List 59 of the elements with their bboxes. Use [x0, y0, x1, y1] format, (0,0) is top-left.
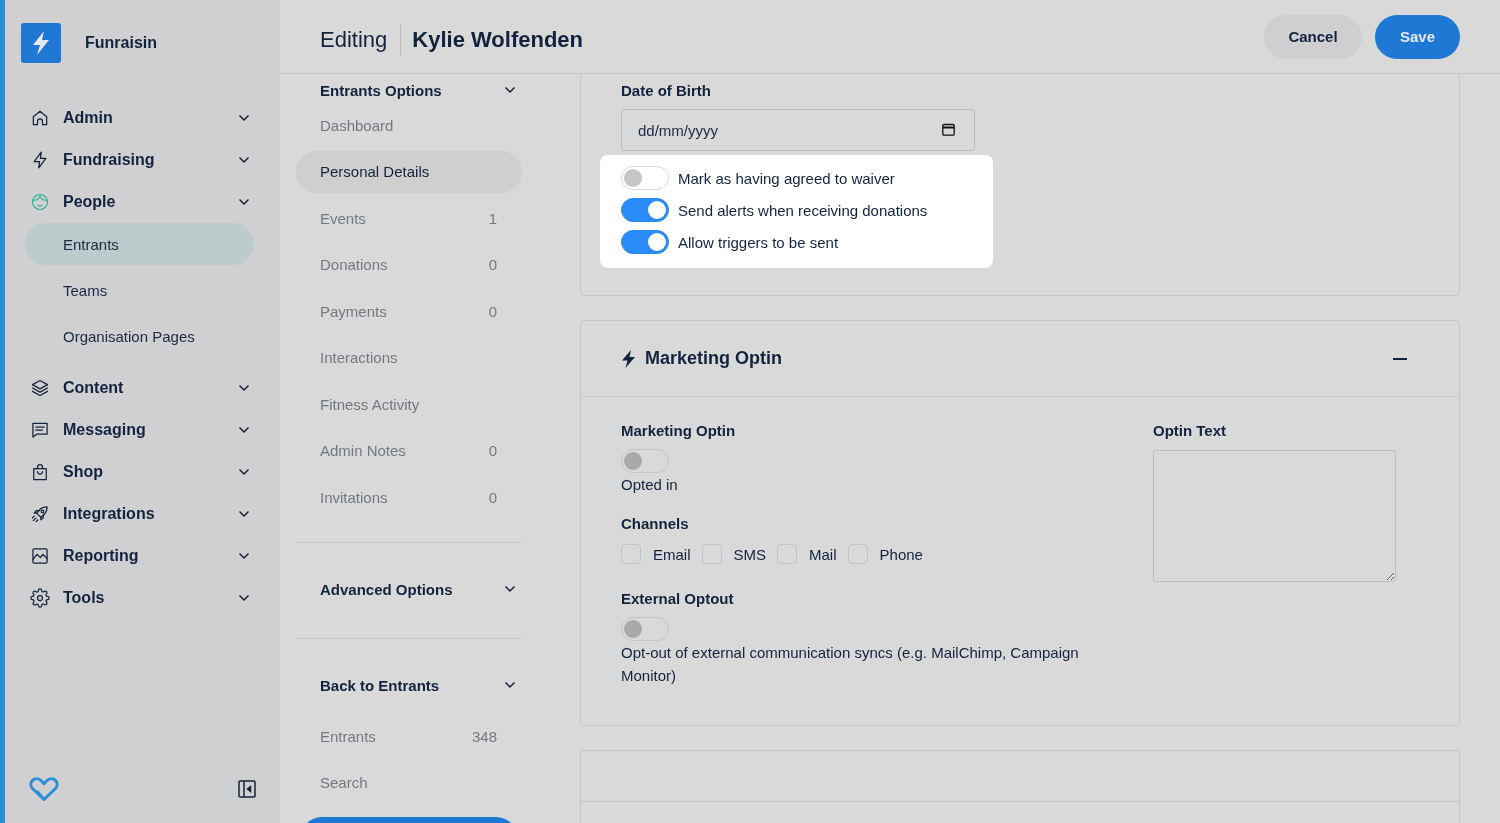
calendar-icon[interactable] [942, 123, 955, 136]
chevron-down-icon [238, 156, 250, 164]
checkbox-label: Phone [879, 545, 923, 563]
bolt-icon [621, 349, 636, 368]
field-label: Marketing Optin [621, 422, 737, 440]
logo-icon [21, 23, 61, 63]
toggle-switch[interactable] [621, 198, 669, 222]
brand-name: Funraisin [85, 34, 157, 52]
chevron-down-icon [238, 594, 250, 602]
sidebar-collapse-icon[interactable] [238, 780, 256, 798]
chevron-down-icon [504, 585, 516, 593]
chevron-down-icon [238, 114, 250, 122]
chevron-down-icon [238, 552, 250, 560]
chevron-down-icon [238, 384, 250, 392]
chevron-down-icon [238, 426, 250, 434]
toggle-label: Mark as having agreed to waiver [678, 169, 895, 187]
sidebar-menu-item[interactable]: Shop [5, 451, 280, 493]
chevron-down-icon [238, 468, 250, 476]
section-nav-heading[interactable]: Advanced Options [296, 568, 522, 610]
sidebar-menu-item[interactable]: People [5, 181, 280, 223]
toggle-switch[interactable] [621, 617, 669, 641]
sidebar-menu-item[interactable]: Reporting [5, 535, 280, 577]
sidebar-menu-item[interactable]: Admin [5, 97, 280, 139]
section-nav-heading[interactable]: Back to Entrants [296, 664, 522, 706]
sidebar-menu-item[interactable]: Tools [5, 577, 280, 619]
field-label: Optin Text [1153, 422, 1228, 440]
sidebar-menu-item[interactable]: Messaging [5, 409, 280, 451]
field-label: Date of Birth [621, 82, 712, 100]
toggle-caption: Opt-out of external communication syncs (e.g. MailChimp, Campaign Monitor) [621, 643, 1080, 686]
toggle-label: Send alerts when receiving donations [678, 201, 928, 219]
chevron-down-icon [504, 86, 516, 94]
chevron-down-icon [238, 510, 250, 518]
page-mode-label: Editing [320, 27, 388, 53]
toggle-label: Allow triggers to be sent [678, 233, 839, 251]
checkbox-label: SMS [733, 545, 767, 563]
section-nav-heading[interactable]: Entrants Options [296, 76, 522, 104]
checkbox-label: Mail [809, 545, 837, 563]
checkbox-label: Email [653, 545, 691, 563]
sidebar-subitem[interactable]: Teams [25, 269, 254, 311]
chevron-down-icon [504, 681, 516, 689]
field-label: External Optout [621, 590, 735, 608]
page-title: Kylie Wolfenden [412, 27, 583, 53]
chevron-down-icon [238, 198, 250, 206]
card-title: Marketing Optin [645, 348, 783, 369]
optin-text-field[interactable] [1153, 450, 1396, 582]
section-nav-item[interactable]: Personal Details [296, 150, 522, 193]
toggle-switch[interactable] [621, 230, 669, 254]
sidebar-subitem[interactable]: Organisation Pages [25, 315, 254, 357]
save-button[interactable]: Save [1375, 14, 1460, 59]
sidebar-menu-item[interactable]: Content [5, 367, 280, 409]
cancel-button[interactable]: Cancel [1264, 14, 1362, 59]
sidebar-menu-item[interactable]: Integrations [5, 493, 280, 535]
sidebar-menu-item[interactable]: Fundraising [5, 139, 280, 181]
minus-icon[interactable] [1393, 356, 1407, 361]
date-field[interactable]: dd/mm/yyyy [621, 109, 975, 151]
field-label: Channels [621, 515, 690, 533]
sidebar-subitem[interactable]: Entrants [25, 223, 254, 265]
toggle-switch[interactable] [621, 449, 669, 473]
toggle-caption: Opted in [621, 475, 679, 495]
